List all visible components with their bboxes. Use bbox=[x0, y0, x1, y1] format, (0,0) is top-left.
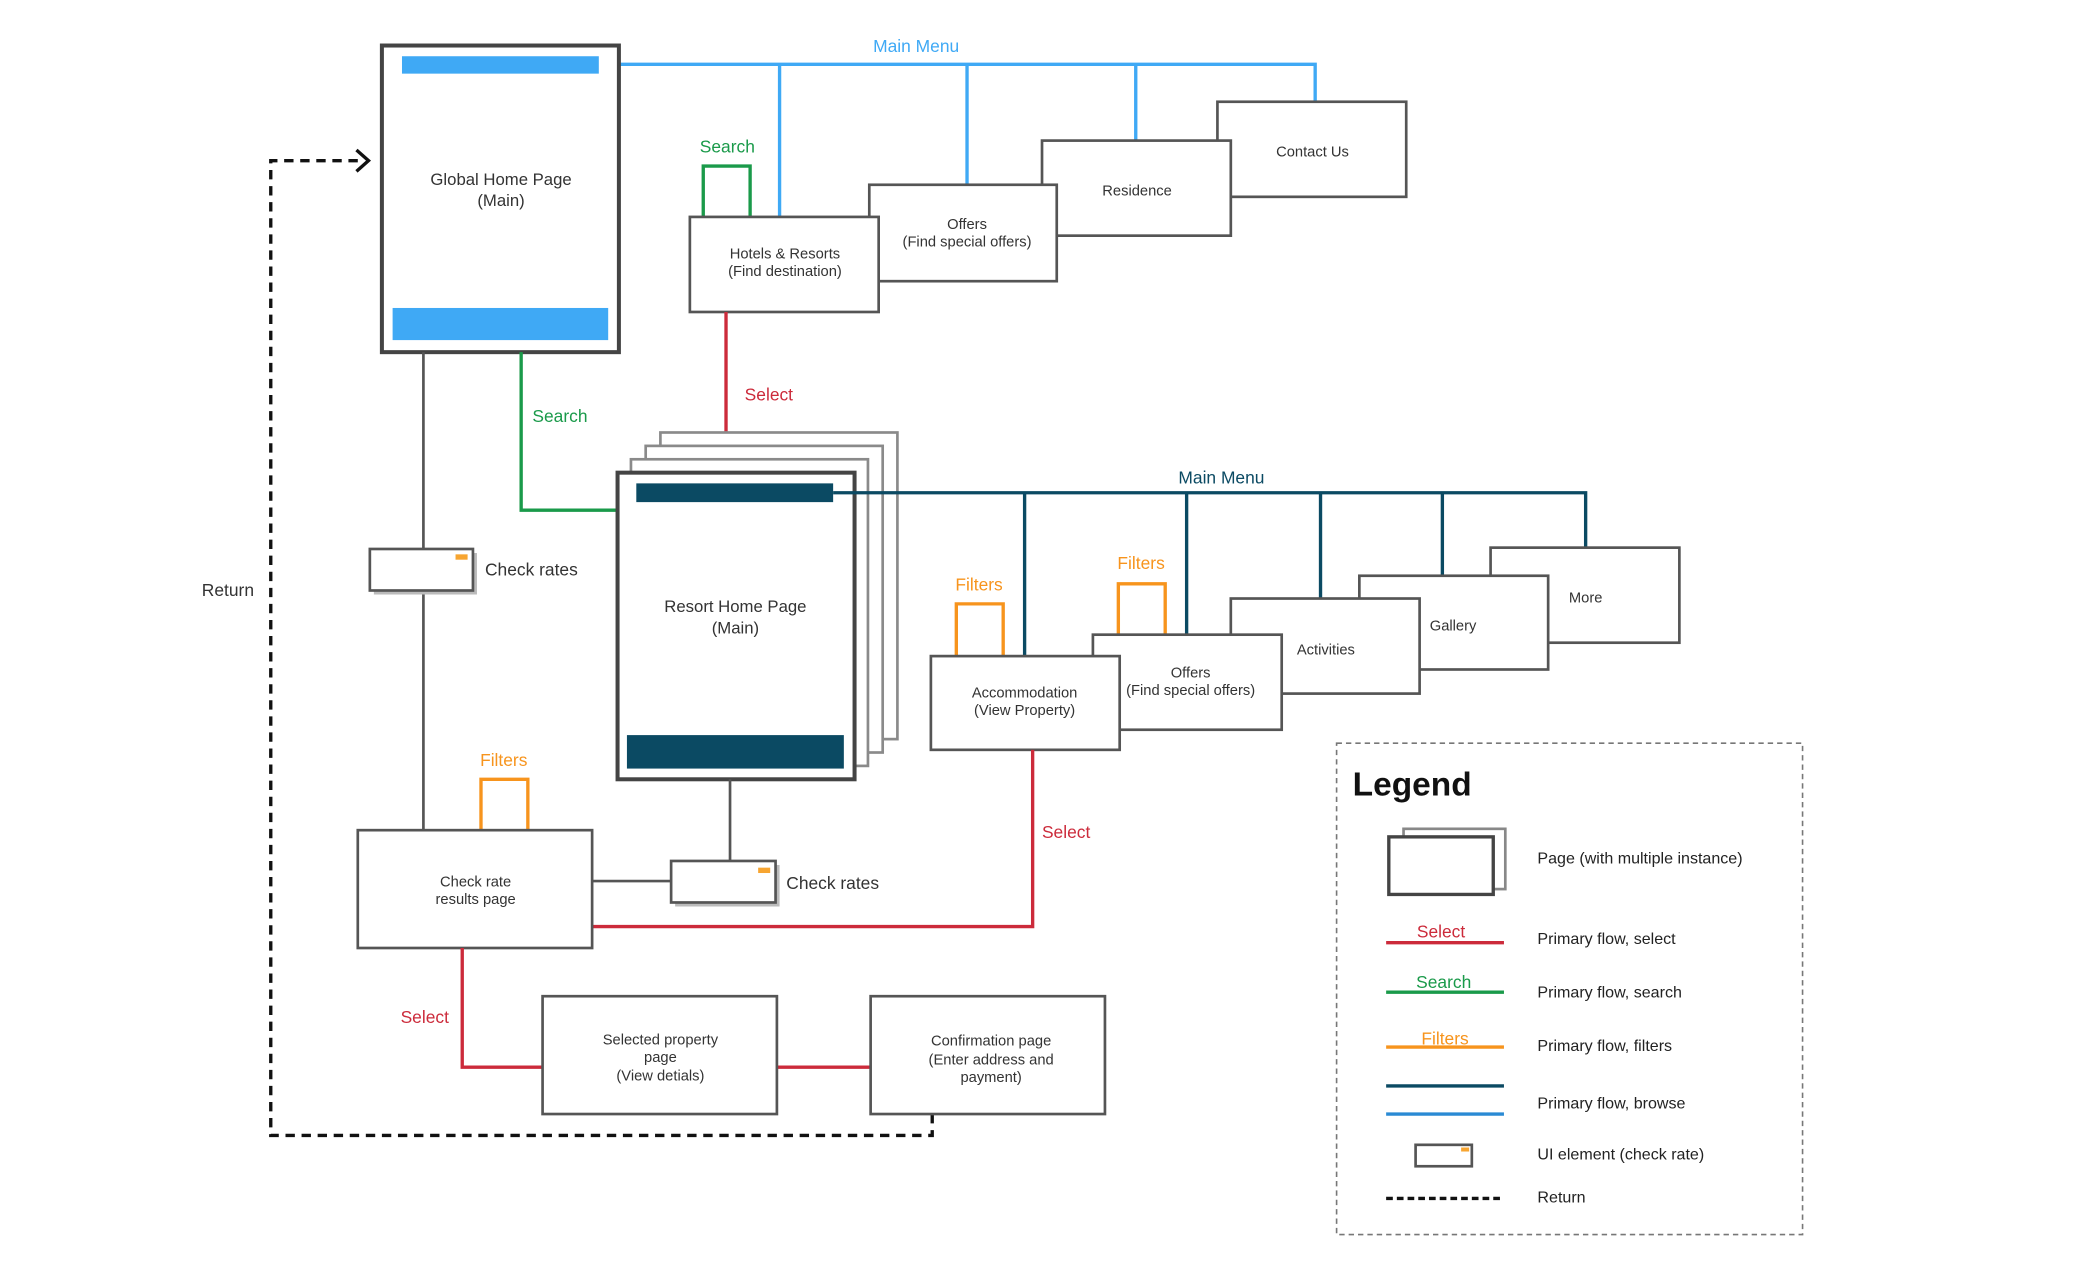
filters-loop-connector bbox=[479, 777, 530, 831]
legend-line-label: Filters bbox=[1421, 1028, 1469, 1048]
node-title: Activities bbox=[1297, 643, 1355, 659]
node-title: Hotels & Resorts bbox=[730, 246, 840, 262]
node-title: Contact Us bbox=[1276, 145, 1349, 161]
check-rate-results-node[interactable]: Check rate results page bbox=[356, 828, 594, 950]
footer-bar bbox=[626, 735, 844, 769]
node-title: Offers bbox=[947, 217, 987, 233]
legend-item-label: UI element (check rate) bbox=[1537, 1146, 1704, 1164]
node-title: Residence bbox=[1102, 183, 1172, 199]
node-title: Gallery bbox=[1430, 619, 1477, 635]
filters-label: Filters bbox=[480, 750, 528, 770]
node-title: Resort Home Page bbox=[664, 597, 806, 616]
filters-label: Filters bbox=[1117, 553, 1165, 573]
node-subtitle: (Find special offers) bbox=[903, 234, 1032, 250]
resort-main-menu-label: Main Menu bbox=[1178, 467, 1264, 487]
check-rates-label: Check rates bbox=[485, 560, 578, 580]
node-subtitle: results page bbox=[436, 892, 516, 908]
check-rates-label: Check rates bbox=[786, 873, 879, 893]
hotels-resorts-node[interactable]: Hotels & Resorts (Find destination) bbox=[688, 215, 880, 314]
filters-loop-connector bbox=[1116, 582, 1167, 635]
node-subtitle: (View Property) bbox=[974, 703, 1075, 719]
stacked-page-icon bbox=[1387, 835, 1495, 897]
filters-label: Filters bbox=[955, 574, 1003, 594]
resort-home-page-node[interactable]: Resort Home Page (Main) bbox=[615, 431, 899, 782]
select-label: Select bbox=[1042, 822, 1091, 842]
indicator bbox=[1461, 1147, 1470, 1152]
global-main-menu-label: Main Menu bbox=[873, 36, 959, 56]
residence-node[interactable]: Residence bbox=[1040, 139, 1233, 237]
header-bar bbox=[401, 56, 599, 74]
legend-item-label: Primary flow, filters bbox=[1537, 1037, 1672, 1055]
legend: Legend Page (with multiple instance) Sel… bbox=[1335, 742, 1804, 1236]
legend-item-label: Primary flow, search bbox=[1537, 984, 1681, 1002]
node-subtitle: payment) bbox=[960, 1070, 1021, 1086]
indicator bbox=[455, 554, 468, 560]
node-title: Offers bbox=[1171, 666, 1211, 682]
check-rates-widget[interactable] bbox=[669, 859, 780, 907]
node-title: More bbox=[1569, 591, 1603, 607]
legend-item-label: Primary flow, select bbox=[1537, 930, 1676, 948]
return-label: Return bbox=[202, 580, 254, 600]
search-connector bbox=[519, 352, 618, 512]
legend-line-label: Select bbox=[1417, 921, 1466, 941]
offers-resort-node[interactable]: Offers (Find special offers) bbox=[1091, 633, 1284, 732]
node-subtitle: (Main) bbox=[712, 618, 759, 637]
search-label: Search bbox=[700, 137, 755, 157]
select-label: Select bbox=[401, 1007, 450, 1027]
sitemap-diagram: Return Main Menu Global Home Page (Main)… bbox=[202, 36, 1804, 1236]
legend-item-label: Return bbox=[1537, 1188, 1585, 1206]
select-label: Select bbox=[745, 384, 794, 404]
offers-global-node[interactable]: Offers (Find special offers) bbox=[867, 183, 1059, 283]
filters-loop-connector bbox=[954, 602, 1005, 657]
global-home-page-node[interactable]: Global Home Page (Main) bbox=[379, 43, 621, 355]
node-title: Check rate bbox=[440, 874, 511, 890]
contact-us-node[interactable]: Contact Us bbox=[1216, 100, 1408, 199]
accommodation-node[interactable]: Accommodation (View Property) bbox=[929, 654, 1122, 752]
node-title: Selected property bbox=[603, 1032, 719, 1048]
footer-bar bbox=[392, 307, 609, 341]
selected-property-node[interactable]: Selected property page (View detials) bbox=[541, 994, 779, 1116]
arrow-icon bbox=[355, 148, 372, 173]
check-rates-widget[interactable] bbox=[368, 547, 477, 595]
legend-title: Legend bbox=[1353, 766, 1472, 803]
node-subtitle: (Find special offers) bbox=[1126, 683, 1255, 699]
indicator bbox=[758, 867, 771, 874]
node-subtitle: (Enter address and bbox=[929, 1052, 1054, 1068]
node-title: Global Home Page bbox=[430, 170, 571, 189]
node-title: Confirmation page bbox=[931, 1034, 1051, 1050]
node-subtitle: (Find destination) bbox=[728, 264, 842, 280]
header-bar bbox=[636, 483, 834, 503]
legend-item-label: Primary flow, browse bbox=[1537, 1095, 1685, 1113]
node-subtitle: (Main) bbox=[477, 191, 524, 210]
node-subtitle: (View detials) bbox=[616, 1069, 704, 1085]
search-label: Search bbox=[532, 406, 587, 426]
search-loop-connector bbox=[701, 164, 752, 217]
node-title: Accommodation bbox=[972, 686, 1078, 702]
node-title: page bbox=[644, 1050, 677, 1066]
legend-line-label: Search bbox=[1416, 972, 1471, 992]
legend-item-label: Page (with multiple instance) bbox=[1537, 850, 1742, 868]
confirmation-node[interactable]: Confirmation page (Enter address and pay… bbox=[869, 994, 1107, 1116]
